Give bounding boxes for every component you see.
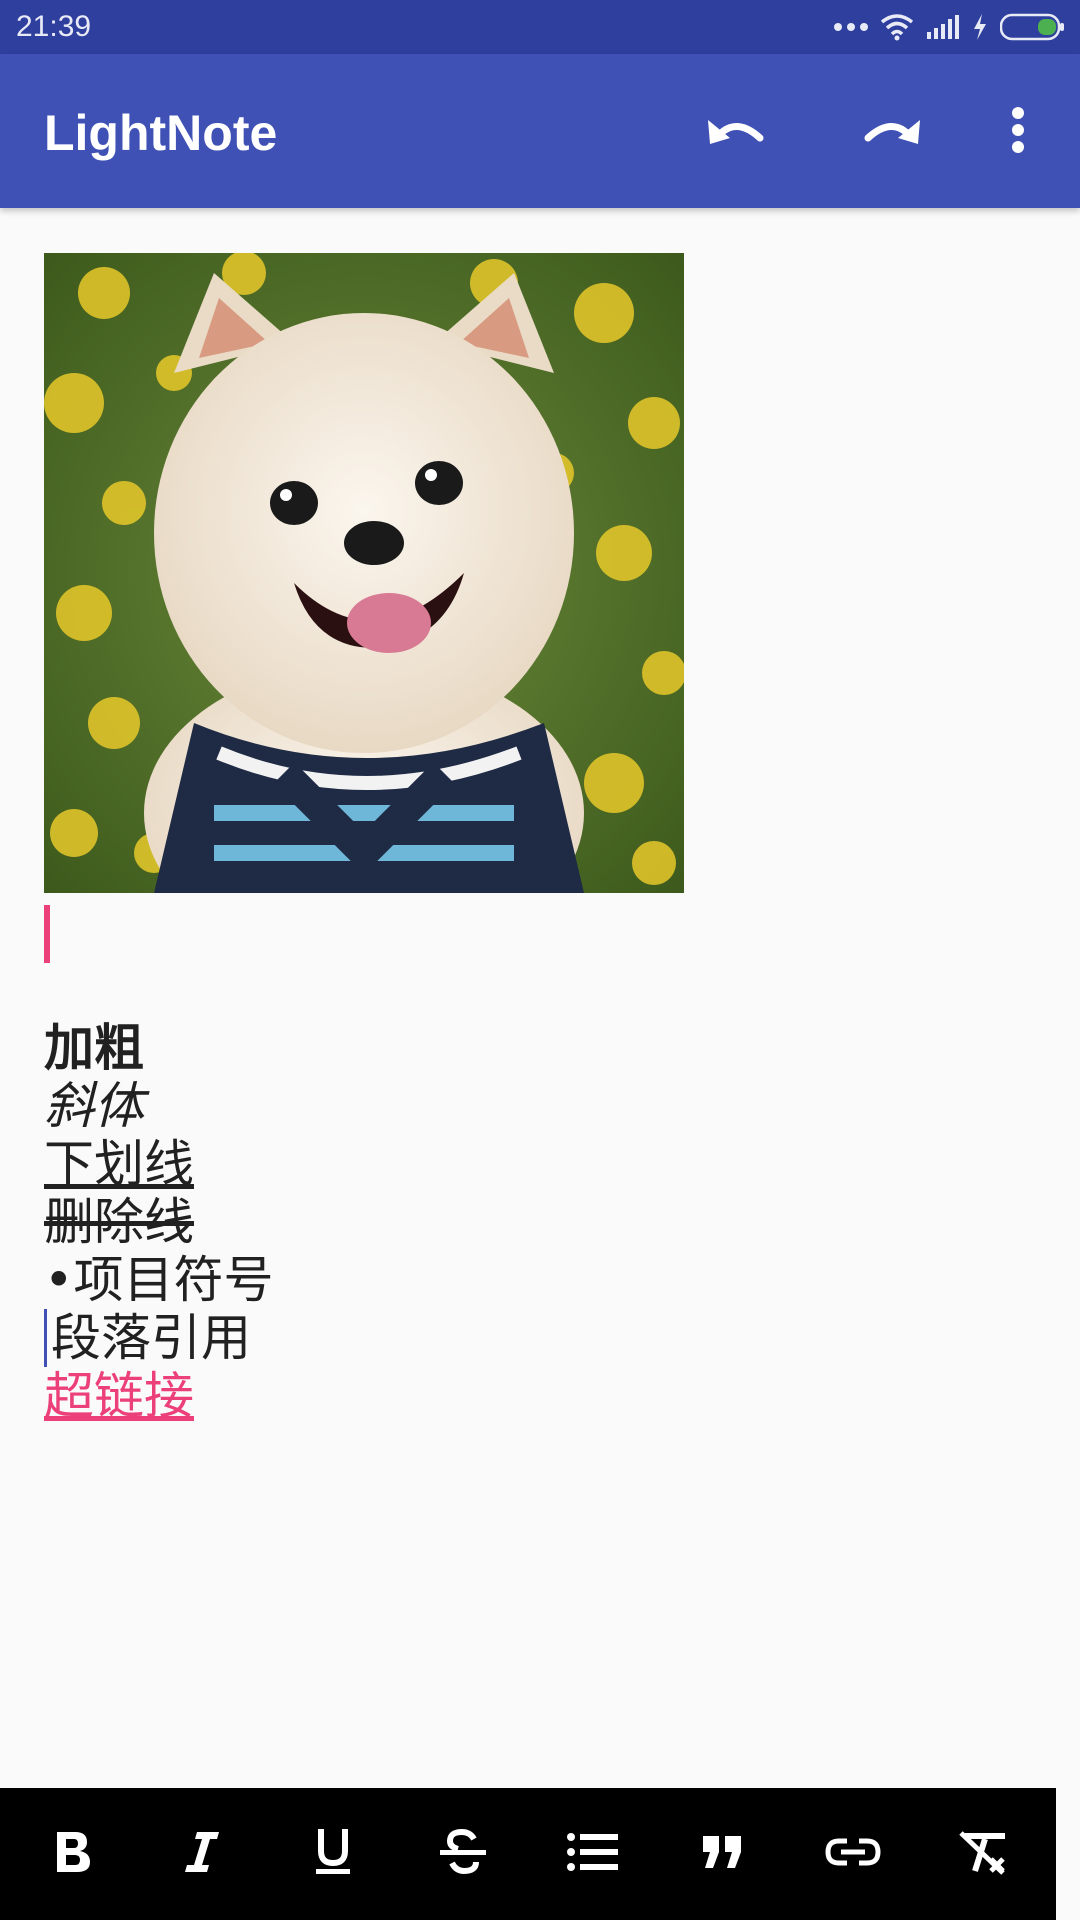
undo-button[interactable] bbox=[700, 96, 772, 168]
redo-button[interactable] bbox=[856, 96, 928, 168]
bold-button[interactable] bbox=[31, 1812, 115, 1896]
app-bar: LightNote bbox=[0, 54, 1080, 208]
link-text-row: 超链接 bbox=[44, 1367, 1044, 1425]
italic-text: 斜体 bbox=[44, 1077, 144, 1135]
status-icons bbox=[834, 13, 1066, 41]
text-cursor-handle[interactable] bbox=[44, 905, 50, 963]
strikethrough-button[interactable] bbox=[421, 1812, 505, 1896]
quote-button[interactable] bbox=[681, 1812, 765, 1896]
clear-format-icon bbox=[957, 1829, 1009, 1879]
rich-text-content[interactable]: 加粗 斜体 下划线 删除线 •项目符号 段落引用 超链接 bbox=[44, 1019, 1044, 1425]
bullet-list-icon bbox=[567, 1832, 619, 1876]
signal-icon bbox=[926, 14, 960, 40]
quote-icon bbox=[701, 1834, 745, 1874]
strikethrough-text-row: 删除线 bbox=[44, 1193, 1044, 1251]
clear-format-button[interactable] bbox=[941, 1812, 1025, 1896]
quote-text: 段落引用 bbox=[44, 1309, 1044, 1367]
dog-photo bbox=[44, 253, 684, 893]
undo-icon bbox=[704, 110, 768, 154]
bullet-list-button[interactable] bbox=[551, 1812, 635, 1896]
bullet-text: •项目符号 bbox=[44, 1251, 274, 1309]
italic-icon bbox=[183, 1830, 223, 1878]
status-time: 21:39 bbox=[16, 10, 92, 43]
underline-text: 下划线 bbox=[44, 1135, 194, 1193]
note-editor[interactable]: 加粗 斜体 下划线 删除线 •项目符号 段落引用 超链接 bbox=[44, 253, 1044, 1425]
underline-button[interactable] bbox=[291, 1812, 375, 1896]
wifi-icon bbox=[880, 13, 914, 41]
more-options-button[interactable] bbox=[982, 96, 1054, 168]
format-toolbar bbox=[0, 1788, 1056, 1920]
underline-text-row: 下划线 bbox=[44, 1135, 1044, 1193]
more-vert-icon bbox=[1010, 106, 1026, 158]
bold-icon bbox=[53, 1830, 93, 1878]
link-button[interactable] bbox=[811, 1812, 895, 1896]
more-dots-icon bbox=[834, 22, 868, 32]
hyperlink[interactable]: 超链接 bbox=[44, 1367, 194, 1425]
charging-icon bbox=[972, 13, 988, 41]
redo-icon bbox=[860, 110, 924, 154]
link-icon bbox=[825, 1837, 881, 1871]
app-title: LightNote bbox=[44, 105, 278, 161]
status-bar: 21:39 bbox=[0, 0, 1080, 54]
italic-button[interactable] bbox=[161, 1812, 245, 1896]
strikethrough-icon bbox=[438, 1828, 488, 1879]
strikethrough-text: 删除线 bbox=[44, 1193, 194, 1251]
underline-icon bbox=[313, 1827, 353, 1881]
battery-icon bbox=[1000, 13, 1066, 41]
bold-text: 加粗 bbox=[44, 1019, 144, 1077]
